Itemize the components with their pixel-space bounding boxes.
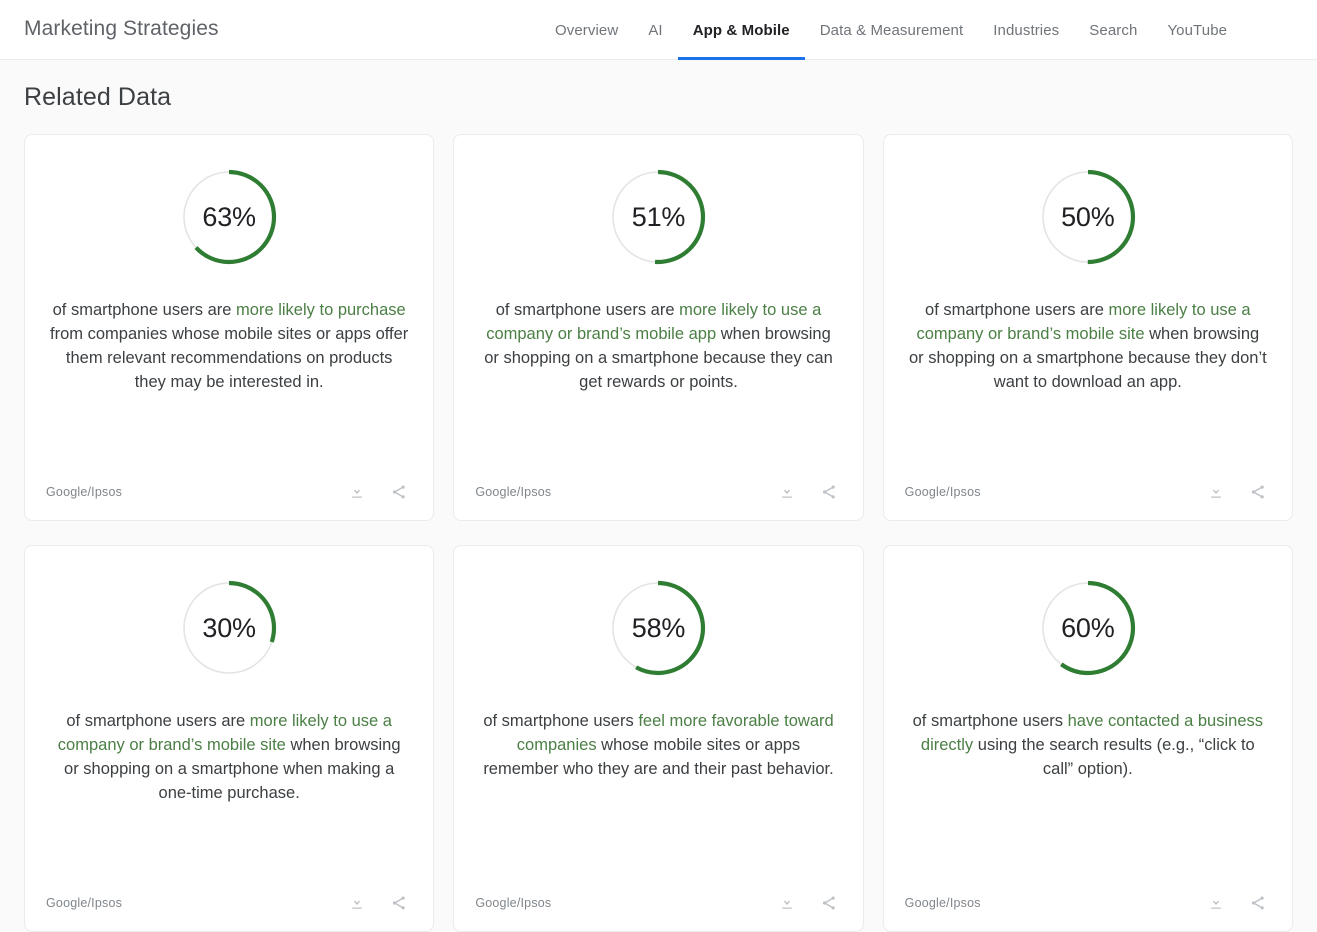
stat-statement: of smartphone users are more likely to u…: [45, 709, 413, 805]
donut-chart-container: 30%: [45, 580, 413, 676]
card-actions: [1206, 893, 1272, 913]
percent-value: 58%: [631, 612, 686, 643]
stat-card-grid: 63% of smartphone users are more likely t…: [24, 134, 1293, 932]
nav-item-industries[interactable]: Industries: [978, 0, 1074, 60]
share-icon[interactable]: [1248, 893, 1268, 913]
percent-value: 63%: [202, 201, 256, 232]
page-title: Related Data: [24, 83, 172, 111]
source-label: Google/Ipsos: [46, 896, 123, 910]
card-actions: [1206, 482, 1272, 502]
percent-value: 50%: [1061, 201, 1115, 232]
percent-value: 51%: [631, 201, 686, 232]
download-icon[interactable]: [1206, 893, 1226, 913]
stat-statement: of smartphone users feel more favorable …: [474, 709, 842, 781]
nav-item-youtube[interactable]: YouTube: [1152, 0, 1242, 60]
share-icon[interactable]: [389, 482, 409, 502]
donut-chart: 60%: [1040, 580, 1136, 676]
card-footer: Google/Ipsos: [45, 464, 413, 520]
percent-value: 30%: [202, 612, 256, 643]
card-footer: Google/Ipsos: [45, 875, 413, 931]
donut-chart-container: 58%: [474, 580, 842, 676]
percent-value: 60%: [1061, 612, 1115, 643]
stat-card: 63% of smartphone users are more likely t…: [24, 134, 435, 521]
card-footer: Google/Ipsos: [474, 875, 842, 931]
card-actions: [347, 482, 413, 502]
top-header-bar: Marketing Strategies Overview AI App & Mob…: [0, 0, 1317, 60]
card-actions: [777, 893, 843, 913]
donut-chart-container: 51%: [474, 169, 842, 265]
download-icon[interactable]: [347, 482, 367, 502]
share-icon[interactable]: [819, 893, 839, 913]
stat-statement: of smartphone users are more likely to u…: [474, 298, 842, 394]
source-label: Google/Ipsos: [904, 485, 981, 499]
source-label: Google/Ipsos: [46, 485, 123, 499]
statement-text: of smartphone users: [483, 711, 639, 730]
source-label: Google/Ipsos: [904, 896, 981, 910]
statement-text: of smartphone users are: [52, 300, 237, 319]
download-icon[interactable]: [1206, 482, 1226, 502]
stat-statement: of smartphone users have contacted a bus…: [904, 709, 1272, 781]
primary-nav: Overview AI App & Mobile Data & Measurement…: [540, 0, 1242, 60]
statement-text: of smartphone users are: [925, 300, 1109, 319]
download-icon[interactable]: [777, 893, 797, 913]
statement-text: using the search results (e.g., “click t…: [973, 735, 1255, 778]
share-icon[interactable]: [1248, 482, 1268, 502]
source-label: Google/Ipsos: [475, 896, 552, 910]
share-icon[interactable]: [389, 893, 409, 913]
donut-chart: 58%: [610, 580, 706, 676]
stat-card: 51% of smartphone users are more likely t…: [453, 134, 864, 521]
nav-item-ai[interactable]: AI: [633, 0, 677, 60]
nav-item-app-mobile[interactable]: App & Mobile: [677, 0, 805, 60]
stat-statement: of smartphone users are more likely to u…: [904, 298, 1272, 394]
stat-card: 30% of smartphone users are more likely t…: [24, 545, 435, 932]
stat-card: 50% of smartphone users are more likely t…: [882, 134, 1293, 521]
donut-chart-container: 50%: [904, 169, 1272, 265]
card-footer: Google/Ipsos: [904, 875, 1272, 931]
stat-card: 58% of smartphone users feel more favorab…: [453, 545, 864, 932]
donut-chart: 30%: [181, 580, 277, 676]
statement-highlight: more likely to purchase: [236, 300, 406, 319]
stat-statement: of smartphone users are more likely to p…: [45, 298, 413, 394]
brand-title: Marketing Strategies: [24, 17, 219, 40]
download-icon[interactable]: [777, 482, 797, 502]
statement-text: from companies whose mobile sites or app…: [50, 324, 409, 391]
nav-item-data-measurement[interactable]: Data & Measurement: [805, 0, 979, 60]
share-icon[interactable]: [819, 482, 839, 502]
statement-text: of smartphone users are: [495, 300, 680, 319]
donut-chart-container: 63%: [45, 169, 413, 265]
stat-card: 60% of smartphone users have contacted a …: [882, 545, 1293, 932]
donut-chart: 63%: [181, 169, 277, 265]
card-actions: [347, 893, 413, 913]
source-label: Google/Ipsos: [475, 485, 552, 499]
nav-item-search[interactable]: Search: [1074, 0, 1152, 60]
card-footer: Google/Ipsos: [474, 464, 842, 520]
statement-text: of smartphone users are: [66, 711, 250, 730]
page-body: Related Data 63% of smartphone users are …: [0, 60, 1317, 932]
nav-item-overview[interactable]: Overview: [540, 0, 633, 60]
donut-chart: 51%: [610, 169, 706, 265]
card-footer: Google/Ipsos: [904, 464, 1272, 520]
card-actions: [777, 482, 843, 502]
donut-chart-container: 60%: [904, 580, 1272, 676]
download-icon[interactable]: [347, 893, 367, 913]
donut-chart: 50%: [1040, 169, 1136, 265]
statement-text: of smartphone users: [912, 711, 1068, 730]
